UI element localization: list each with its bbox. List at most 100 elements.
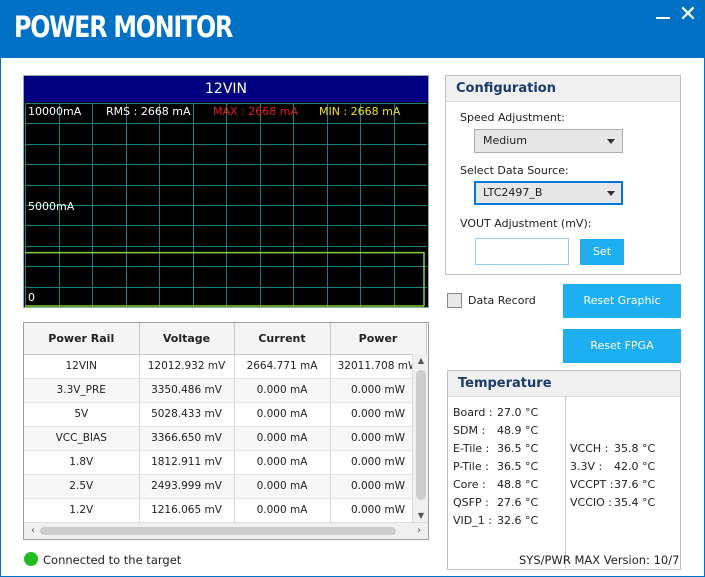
table-horizontal-scrollbar[interactable]: ‹ ›	[24, 522, 428, 539]
configuration-title: Configuration	[446, 76, 680, 102]
speed-adjustment-label: Speed Adjustment:	[460, 111, 565, 124]
minimize-icon[interactable]	[652, 5, 674, 27]
scroll-up-icon[interactable]: ▲	[413, 354, 428, 368]
table-row[interactable]: 2.5V 2493.999 mV 0.000 mA 0.000 mW	[24, 474, 427, 499]
graph-svg	[25, 103, 428, 308]
graph-plot-area: 10000mA RMS : 2668 mA MAX : 2668 mA MIN …	[25, 103, 428, 308]
table-cell: 3366.650 mV	[139, 426, 235, 451]
close-icon[interactable]: ✕	[677, 4, 699, 27]
data-source-value: LTC2497_B	[483, 186, 543, 199]
scroll-right-icon[interactable]: ›	[412, 523, 426, 539]
y-axis-min-label: 0	[28, 291, 35, 304]
column-header[interactable]: Voltage	[139, 323, 235, 355]
table-cell: 3350.486 mV	[139, 378, 235, 403]
temperature-sensor-value: 42.0 °C	[614, 460, 656, 473]
table-cell: 1.8V	[24, 450, 140, 475]
chevron-down-icon	[607, 191, 615, 196]
temperature-sensor-name: VCCH :	[570, 442, 609, 455]
table-cell: 0.000 mA	[234, 450, 331, 475]
temperature-sensor-name: VID_1 :	[453, 514, 492, 527]
temperature-divider	[565, 396, 566, 568]
table-cell: 0.000 mA	[234, 426, 331, 451]
vout-adjustment-label: VOUT Adjustment (mV):	[460, 217, 592, 230]
series-line-12vin	[25, 251, 425, 306]
table-cell: 3.3V_PRE	[24, 378, 140, 403]
temperature-sensor-name: P-Tile :	[453, 460, 489, 473]
temperature-sensor-value: 27.6 °C	[497, 496, 539, 509]
horizontal-scroll-thumb[interactable]	[40, 527, 396, 535]
data-source-label: Select Data Source:	[460, 164, 569, 177]
vertical-scroll-thumb[interactable]	[416, 370, 426, 500]
connection-status-text: Connected to the target	[43, 553, 182, 567]
table-row[interactable]: 12VIN 12012.932 mV 2664.771 mA 32011.708 mW	[24, 354, 427, 379]
scroll-down-icon[interactable]: ▼	[413, 509, 428, 523]
table-header-row: Power Rail Voltage Current Power	[24, 323, 427, 355]
table-cell: 5V	[24, 402, 140, 427]
rail-table: Power Rail Voltage Current Power 12VIN 12012…	[24, 323, 427, 523]
table-cell: VCC_BIAS	[24, 426, 140, 451]
vout-adjustment-input[interactable]	[475, 238, 569, 265]
y-axis-mid-label: 5000mA	[28, 200, 75, 213]
scroll-left-icon[interactable]: ‹	[26, 523, 40, 539]
temperature-sensor-name: 3.3V :	[570, 460, 603, 473]
reset-fpga-button[interactable]: Reset FPGA	[563, 329, 681, 363]
table-cell: 1216.065 mV	[139, 498, 235, 523]
table-vertical-scrollbar[interactable]: ▲ ▼	[412, 354, 428, 523]
table-cell: 0.000 mA	[234, 402, 331, 427]
chevron-down-icon	[607, 139, 615, 144]
temperature-sensor-value: 48.8 °C	[497, 478, 539, 491]
data-source-select[interactable]: LTC2497_B	[474, 181, 623, 205]
temperature-sensor-name: VCCPT :	[570, 478, 614, 491]
min-readout: MIN : 2668 mA	[319, 105, 401, 118]
set-vout-button[interactable]: Set	[580, 239, 624, 265]
max-readout: MAX : 2668 mA	[213, 105, 298, 118]
graph-rail-title: 12VIN	[24, 76, 428, 102]
table-cell: 5028.433 mV	[139, 402, 235, 427]
table-cell: 2664.771 mA	[234, 354, 331, 379]
speed-adjustment-value: Medium	[483, 134, 527, 147]
table-cell: 12VIN	[24, 354, 140, 379]
table-cell: 1812.911 mV	[139, 450, 235, 475]
temperature-sensor-name: VCCIO :	[570, 496, 612, 509]
table-cell: 2.5V	[24, 474, 140, 499]
temperature-title: Temperature	[448, 371, 680, 397]
column-header[interactable]: Power Rail	[24, 323, 140, 355]
speed-adjustment-select[interactable]: Medium	[474, 129, 623, 153]
temperature-sensor-value: 35.8 °C	[614, 442, 656, 455]
table-row[interactable]: VCC_BIAS 3366.650 mV 0.000 mA 0.000 mW	[24, 426, 427, 451]
table-row[interactable]: 1.8V 1812.911 mV 0.000 mA 0.000 mW	[24, 450, 427, 475]
temperature-sensor-value: 36.5 °C	[497, 460, 539, 473]
temperature-sensor-value: 37.6 °C	[614, 478, 656, 491]
column-header[interactable]: Power	[330, 323, 427, 355]
title-bar: POWER MONITOR ✕	[0, 0, 705, 58]
temperature-sensor-name: Board :	[453, 406, 493, 419]
table-cell: 12012.932 mV	[139, 354, 235, 379]
temperature-sensor-name: SDM :	[453, 424, 486, 437]
temperature-sensor-value: 48.9 °C	[497, 424, 539, 437]
rms-readout: RMS : 2668 mA	[106, 105, 191, 118]
app-title: POWER MONITOR	[14, 10, 233, 44]
temperature-sensor-name: E-Tile :	[453, 442, 490, 455]
temperature-sensor-name: QSFP :	[453, 496, 489, 509]
data-record-checkbox[interactable]	[447, 293, 462, 308]
table-cell: 2493.999 mV	[139, 474, 235, 499]
table-row[interactable]: 5V 5028.433 mV 0.000 mA 0.000 mW	[24, 402, 427, 427]
temperature-sensor-name: Core :	[453, 478, 486, 491]
temperature-sensor-value: 35.4 °C	[614, 496, 656, 509]
reset-graphic-button[interactable]: Reset Graphic	[563, 284, 681, 318]
data-record-label: Data Record	[468, 294, 536, 307]
connection-status-icon	[24, 552, 38, 566]
table-cell: 0.000 mA	[234, 474, 331, 499]
y-axis-max-label: 10000mA	[28, 105, 82, 118]
temperature-sensor-value: 36.5 °C	[497, 442, 539, 455]
table-cell: 0.000 mA	[234, 498, 331, 523]
table-body: 12VIN 12012.932 mV 2664.771 mA 32011.708 mW…	[24, 354, 427, 523]
temperature-sensor-value: 32.6 °C	[497, 514, 539, 527]
table-row[interactable]: 1.2V 1216.065 mV 0.000 mA 0.000 mW	[24, 498, 427, 523]
table-row[interactable]: 3.3V_PRE 3350.486 mV 0.000 mA 0.000 mW	[24, 378, 427, 403]
version-text: SYS/PWR MAX Version: 10/7	[519, 553, 680, 567]
column-header[interactable]: Current	[234, 323, 331, 355]
power-rail-table[interactable]: Power Rail Voltage Current Power 12VIN 12012…	[23, 322, 429, 540]
current-graph: 12VIN 10000mA RMS : 2668 mA MAX : 2668 m…	[23, 75, 429, 308]
table-cell: 1.2V	[24, 498, 140, 523]
